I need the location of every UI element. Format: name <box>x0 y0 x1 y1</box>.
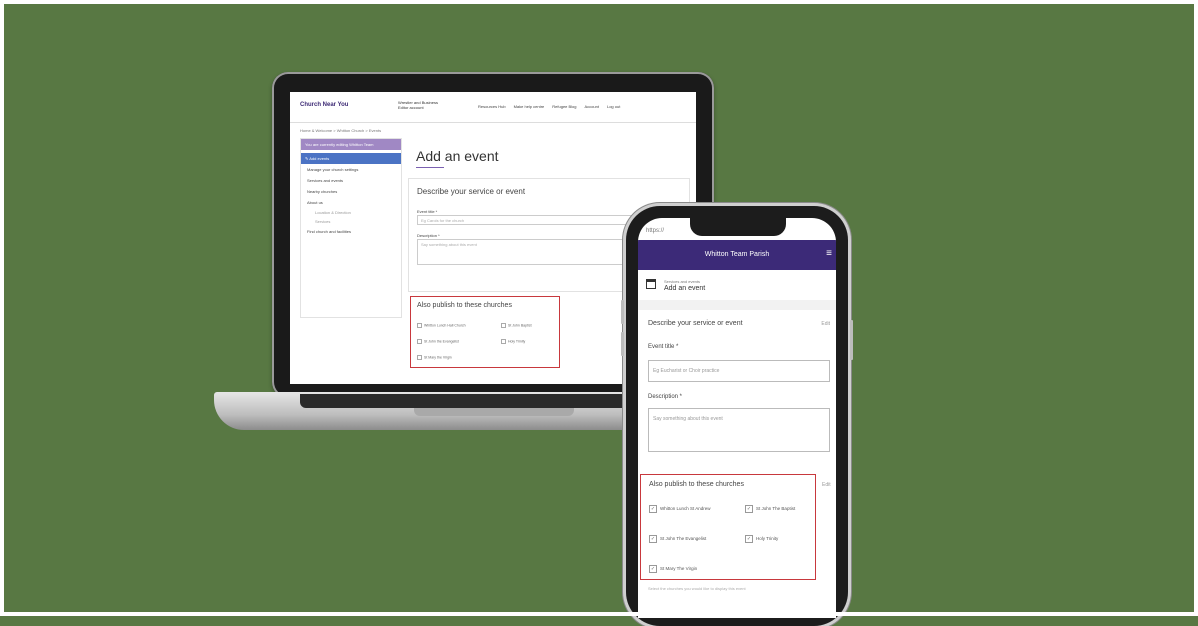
church-checkbox[interactable]: ✓ Whitton Lunch St Andrew <box>649 505 711 513</box>
site-header: Church Near You Wrestler and Business Ed… <box>290 92 696 123</box>
description-label: Description * <box>417 233 440 238</box>
publish-edit-link[interactable]: Edit <box>822 482 831 488</box>
event-title-input[interactable]: Eg Eucharist or Choir practice <box>648 360 830 382</box>
church-name: Holy Trinity <box>508 339 526 344</box>
publish-title: Also publish to these churches <box>649 481 744 488</box>
church-account[interactable]: Wrestler and Business Editor account <box>398 100 438 110</box>
breadcrumb[interactable]: Home & Welcome > Whitton Church > Events <box>300 128 381 133</box>
checkbox-icon <box>501 339 506 344</box>
checkbox-icon: ✓ <box>745 535 753 543</box>
site-title[interactable]: Whitton Team Parish <box>638 251 836 258</box>
phone-volume-button <box>621 300 624 324</box>
church-name: St John The Evangelist <box>660 536 707 542</box>
church-checkbox[interactable]: Holy Trinity <box>501 339 525 344</box>
card-title: Describe your service or event <box>417 187 526 196</box>
publish-churches-box: Also publish to these churches ✓ Whitton … <box>640 474 816 580</box>
section-breadcrumb[interactable]: Services and events <box>664 279 700 284</box>
phone-screen: https:// Whitton Team Parish ≡ Services … <box>638 218 836 618</box>
event-title-label: Event title * <box>648 344 679 350</box>
description-input[interactable]: Say something about this event <box>648 408 830 452</box>
sidebar-subitem-services[interactable]: Services <box>301 217 401 226</box>
sidebar-item-facilities[interactable]: Find church and facilities <box>301 226 401 237</box>
nav-account[interactable]: Account <box>585 104 599 109</box>
description-label: Description * <box>648 394 683 400</box>
checkbox-icon: ✓ <box>745 505 753 513</box>
phone-volume-button <box>621 332 624 356</box>
checkbox-icon <box>417 339 422 344</box>
church-checkbox[interactable]: ✓ St Mary The Virgin <box>649 565 697 573</box>
checkbox-icon <box>417 355 422 360</box>
church-name: St John Baptist <box>508 323 532 328</box>
church-checkbox[interactable]: ✓ St John The Evangelist <box>649 535 706 543</box>
event-title-label: Event title * <box>417 209 438 214</box>
checkbox-icon: ✓ <box>649 565 657 573</box>
laptop-trackpad-notch <box>414 408 574 416</box>
church-checkbox[interactable]: St John Baptist <box>501 323 532 328</box>
sidebar-item-nearby[interactable]: Nearby churches <box>301 186 401 197</box>
account-role: Editor account <box>398 105 424 110</box>
church-name: St Mary the Virgin <box>424 355 452 360</box>
checkbox-icon <box>417 323 422 328</box>
church-name: St Mary The Virgin <box>660 566 698 572</box>
calendar-icon <box>646 279 656 289</box>
church-checkbox[interactable]: ✓ St John The Baptist <box>745 505 795 513</box>
top-nav: Resources Hub Make help centre Refugee B… <box>478 104 620 109</box>
site-logo[interactable]: Church Near You <box>300 102 348 108</box>
sidebar-item-label: Add events <box>309 156 330 161</box>
checkbox-icon: ✓ <box>649 535 657 543</box>
section-divider <box>638 300 836 310</box>
publish-title: Also publish to these churches <box>417 302 512 309</box>
site-header: Whitton Team Parish ≡ <box>638 240 836 270</box>
nav-help-centre[interactable]: Make help centre <box>514 104 545 109</box>
church-name: St John the Evangelist <box>424 339 459 344</box>
nav-resources-hub[interactable]: Resources Hub <box>478 104 506 109</box>
church-checkbox[interactable]: Whitton Lunch Hall Church <box>417 323 466 328</box>
church-name: Whitton Lunch St Andrew <box>660 506 711 512</box>
checkbox-icon: ✓ <box>649 505 657 513</box>
church-checkbox[interactable]: St Mary the Virgin <box>417 355 452 360</box>
page-title: Add an event <box>664 285 706 292</box>
describe-event-title: Describe your service or event <box>648 320 743 327</box>
publish-churches-box: Also publish to these churches Whitton L… <box>410 296 560 368</box>
church-name: Whitton Lunch Hall Church <box>424 323 466 328</box>
church-name: Holy Trinity <box>756 536 779 542</box>
church-name: St John The Baptist <box>756 506 796 512</box>
url-text: https:// <box>646 228 665 234</box>
describe-edit-link[interactable]: Edit <box>821 321 830 327</box>
phone-power-button <box>850 320 853 360</box>
sidebar-item-services[interactable]: Services and events <box>301 175 401 186</box>
nav-blog[interactable]: Refugee Blog <box>552 104 576 109</box>
sidebar-item-add-events[interactable]: ✎ Add events <box>301 153 401 164</box>
page-subheader: Services and events Add an event <box>638 270 836 301</box>
nav-log-out[interactable]: Log out <box>607 104 620 109</box>
phone-notch <box>690 218 786 236</box>
sidebar-subitem-location[interactable]: Location & Direction <box>301 208 401 217</box>
sidebar-item-settings[interactable]: Manage your church settings <box>301 164 401 175</box>
church-checkbox[interactable]: ✓ Holy Trinity <box>745 535 778 543</box>
page-title: Add an event <box>416 148 499 164</box>
menu-icon[interactable]: ≡ <box>826 248 832 259</box>
sidebar: You are currently editing Whitton Team ✎… <box>300 138 402 318</box>
sidebar-item-about[interactable]: About us <box>301 197 401 208</box>
church-checkbox[interactable]: St John the Evangelist <box>417 339 459 344</box>
title-underline <box>416 167 444 168</box>
sidebar-editing-banner: You are currently editing Whitton Team <box>301 139 401 150</box>
publish-help-text: Select the churches you would like to di… <box>648 586 746 591</box>
checkbox-icon <box>501 323 506 328</box>
